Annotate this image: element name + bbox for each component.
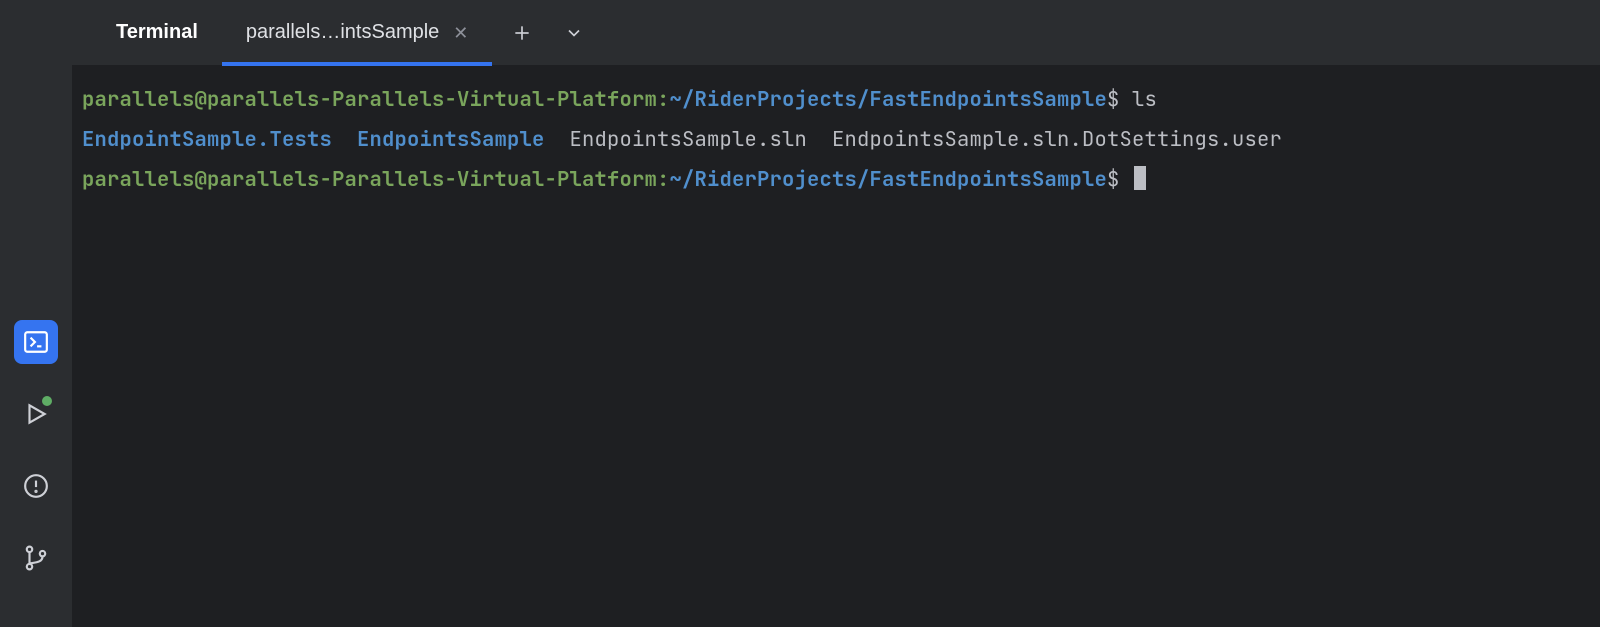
new-terminal-button[interactable] [500, 11, 544, 55]
tool-window-sidebar [0, 0, 72, 627]
run-status-dot [42, 396, 52, 406]
prompt-dollar: $ [1107, 86, 1120, 113]
prompt-sep: : [657, 86, 670, 113]
prompt-dollar: $ [1107, 166, 1120, 193]
vcs-tool-button[interactable] [14, 536, 58, 580]
plus-icon [512, 23, 532, 43]
terminal-icon [23, 329, 49, 355]
run-tool-button[interactable] [14, 392, 58, 436]
terminal-output[interactable]: parallels@parallels-Parallels-Virtual-Pl… [72, 66, 1600, 627]
problems-tool-button[interactable] [14, 464, 58, 508]
chevron-down-icon [564, 23, 584, 43]
command-text: ls [1132, 86, 1157, 113]
ls-output-dir: EndpointSample.Tests [82, 126, 332, 153]
terminal-cursor [1134, 166, 1146, 190]
warning-circle-icon [23, 473, 49, 499]
terminal-options-dropdown[interactable] [552, 11, 596, 55]
prompt-path: ~/RiderProjects/FastEndpointsSample [670, 86, 1108, 113]
prompt-sep: : [657, 166, 670, 193]
ls-output-file: EndpointsSample.sln.DotSettings.user [832, 126, 1282, 153]
terminal-tab-header[interactable]: Terminal [92, 0, 222, 66]
ls-output-dir: EndpointsSample [357, 126, 545, 153]
terminal-tool-button[interactable] [14, 320, 58, 364]
terminal-panel: Terminal parallels…intsSample ✕ parallel… [72, 0, 1600, 627]
close-icon[interactable]: ✕ [453, 24, 468, 42]
prompt-path: ~/RiderProjects/FastEndpointsSample [670, 166, 1108, 193]
git-branch-icon [23, 545, 49, 571]
prompt-userhost: parallels@parallels-Parallels-Virtual-Pl… [82, 166, 657, 193]
terminal-tabbar: Terminal parallels…intsSample ✕ [72, 0, 1600, 66]
ls-output-file: EndpointsSample.sln [570, 126, 808, 153]
terminal-session-tab-label: parallels…intsSample [246, 21, 439, 44]
prompt-userhost: parallels@parallels-Parallels-Virtual-Pl… [82, 86, 657, 113]
terminal-tab-header-label: Terminal [116, 21, 198, 44]
terminal-session-tab[interactable]: parallels…intsSample ✕ [222, 0, 493, 66]
